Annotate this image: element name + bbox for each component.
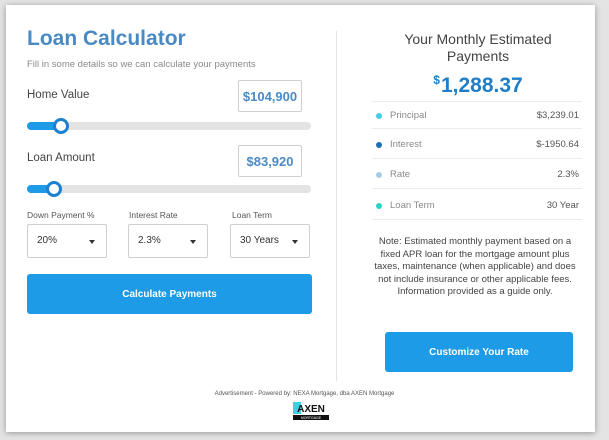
home-value-slider[interactable] [27, 118, 311, 134]
loan-term-label: Loan Term [232, 210, 273, 220]
result-row-rate: Rate 2.3% [372, 168, 582, 184]
result-row-value: $3,239.01 [536, 110, 579, 121]
result-row-label: Interest [390, 139, 422, 150]
row-divider [372, 101, 582, 102]
calculate-payments-button[interactable]: Calculate Payments [27, 274, 312, 314]
row-divider [372, 158, 582, 159]
axen-mortgage-logo: AXEN MORTGAGE [293, 402, 329, 420]
customize-rate-button[interactable]: Customize Your Rate [385, 332, 573, 372]
loan-amount-input[interactable]: $83,920 [238, 145, 302, 177]
currency-symbol: $ [433, 73, 440, 87]
chevron-down-icon [190, 240, 196, 244]
payment-disclaimer-note: Note: Estimated monthly payment based on… [374, 236, 576, 297]
rate-dot-icon [376, 172, 382, 178]
loan-term-value: 30 Years [240, 235, 279, 246]
column-divider [336, 31, 337, 381]
interest-rate-select[interactable]: 2.3% [128, 224, 208, 258]
result-row-label: Rate [390, 169, 411, 180]
loan-term-dot-icon [376, 203, 382, 209]
loan-amount-label: Loan Amount [27, 152, 95, 164]
home-value-label: Home Value [27, 89, 90, 101]
result-row-value: 30 Year [546, 200, 579, 211]
result-row-interest: Interest $-1950.64 [372, 138, 582, 154]
calculator-title: Loan Calculator [27, 27, 186, 50]
advertisement-footer-text: Advertisement - Powered by: NEXA Mortgag… [214, 391, 395, 397]
down-payment-label: Down Payment % [27, 210, 95, 220]
result-row-principal: Principal $3,239.01 [372, 109, 582, 125]
interest-dot-icon [376, 142, 382, 148]
loan-amount-slider-thumb[interactable] [45, 181, 62, 197]
row-divider [372, 219, 582, 220]
calculator-subtitle: Fill in some details so we can calculate… [27, 59, 256, 70]
home-value-input[interactable]: $104,900 [238, 80, 302, 112]
principal-dot-icon [376, 113, 382, 119]
result-row-loan-term: Loan Term 30 Year [372, 199, 582, 215]
monthly-payment-value: 1,288.37 [440, 74, 523, 97]
result-row-value: $-1950.64 [536, 139, 579, 150]
result-row-label: Loan Term [390, 200, 435, 211]
down-payment-value: 20% [37, 235, 58, 246]
results-title: Your Monthly Estimated Payments [404, 31, 552, 64]
row-divider [372, 188, 582, 189]
interest-rate-label: Interest Rate [129, 210, 178, 220]
monthly-payment-amount: $1,288.37 [378, 73, 578, 98]
loan-term-select[interactable]: 30 Years [230, 224, 310, 258]
home-value-slider-thumb[interactable] [53, 118, 70, 134]
svg-text:MORTGAGE: MORTGAGE [301, 416, 322, 420]
row-divider [372, 128, 582, 129]
interest-rate-value: 2.3% [138, 235, 161, 246]
chevron-down-icon [89, 240, 95, 244]
svg-text:AXEN: AXEN [297, 404, 325, 415]
result-row-label: Principal [390, 110, 427, 121]
loan-amount-slider[interactable] [27, 181, 311, 197]
result-row-value: 2.3% [557, 169, 579, 180]
down-payment-select[interactable]: 20% [27, 224, 107, 258]
chevron-down-icon [292, 240, 298, 244]
